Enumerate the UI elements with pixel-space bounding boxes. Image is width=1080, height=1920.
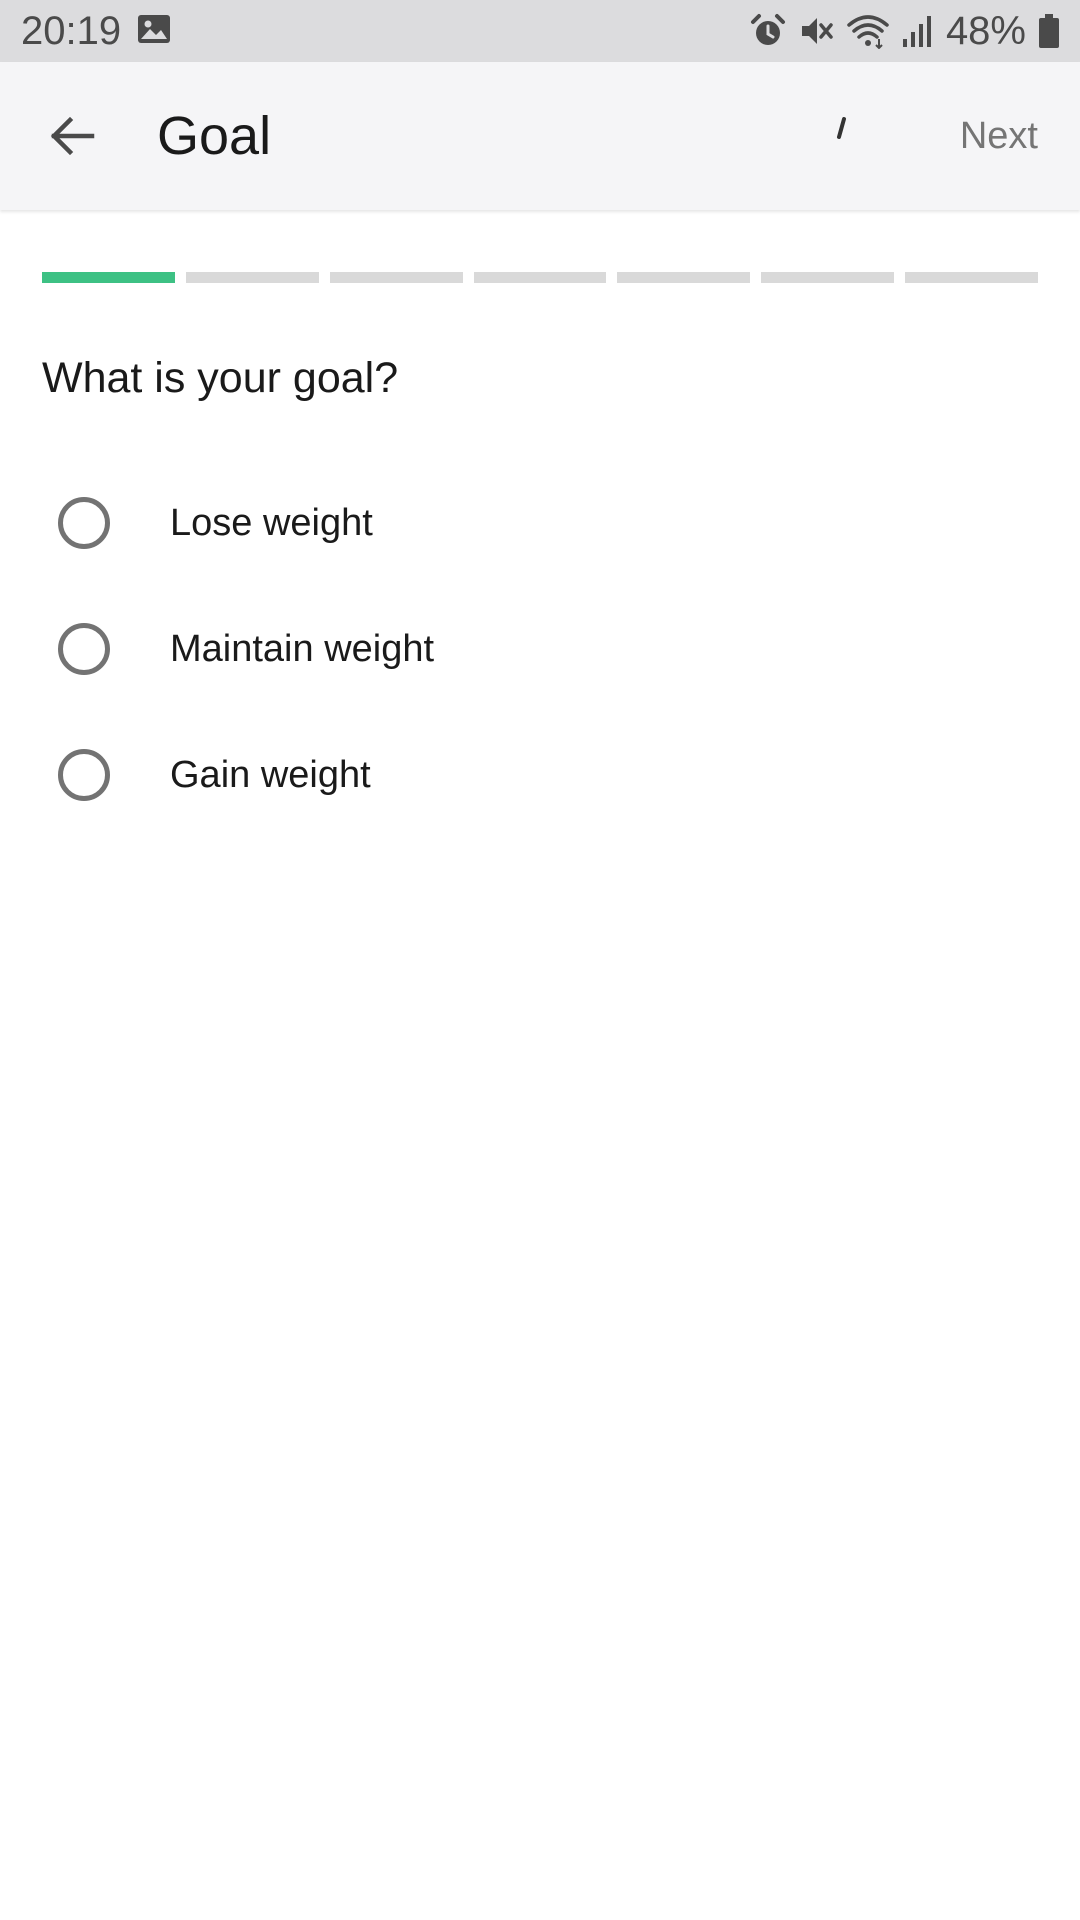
gallery-icon (138, 15, 170, 43)
page-title: Goal (157, 106, 272, 166)
status-icons: 48% (738, 10, 1060, 52)
progress-segment-active (42, 272, 175, 283)
radio-button[interactable] (58, 623, 110, 675)
step-progress (42, 272, 1039, 283)
signal-icon (902, 16, 931, 47)
option-lose-weight[interactable]: Lose weight (42, 468, 1038, 578)
progress-segment (905, 272, 1039, 283)
progress-segment (185, 272, 319, 283)
app-bar: Goal Next (0, 62, 1080, 210)
status-bar: 20:19 48% (0, 0, 1080, 62)
progress-segment (761, 272, 895, 283)
battery-percent: 48% (945, 9, 1026, 53)
radio-button[interactable] (58, 749, 110, 801)
radio-button[interactable] (58, 497, 110, 549)
status-time: 20:19 (21, 9, 122, 53)
progress-segment (329, 272, 463, 283)
option-label: Lose weight (170, 502, 373, 544)
question-text: What is your goal? (42, 354, 399, 402)
alarm-icon (750, 14, 785, 45)
progress-segment (473, 272, 607, 283)
option-maintain-weight[interactable]: Maintain weight (42, 594, 1038, 704)
progress-segment (617, 272, 751, 283)
arrow-back-icon (50, 116, 95, 156)
goal-screen: 20:19 48% Goal Next What is your goal? L… (0, 0, 1080, 1920)
tick-mark (837, 117, 846, 139)
battery-icon (1039, 14, 1059, 48)
next-button[interactable]: Next (960, 108, 1038, 164)
option-label: Gain weight (170, 754, 371, 796)
option-gain-weight[interactable]: Gain weight (42, 720, 1038, 830)
mute-icon (801, 18, 833, 44)
wifi-icon (847, 15, 889, 49)
option-label: Maintain weight (170, 628, 435, 670)
back-button[interactable] (36, 100, 108, 172)
